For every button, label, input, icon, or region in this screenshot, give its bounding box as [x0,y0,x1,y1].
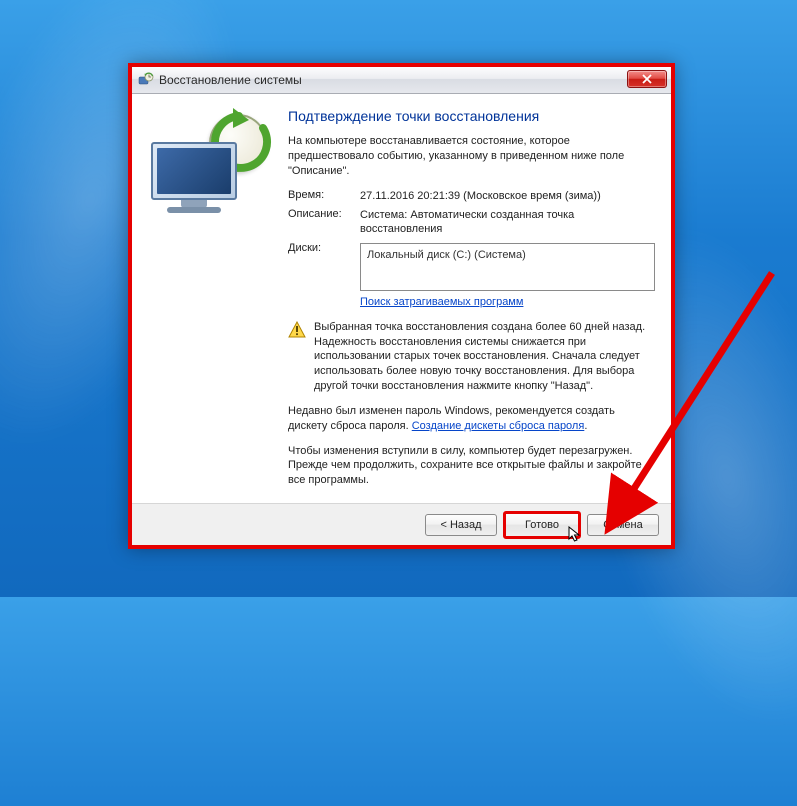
warning-text: Выбранная точка восстановления создана б… [314,320,655,394]
reboot-notice: Чтобы изменения вступили в силу, компьют… [288,444,655,489]
field-time: Время: 27.11.2016 20:21:39 (Московское в… [288,189,655,203]
desc-label: Описание: [288,208,360,237]
field-disks: Диски: Локальный диск (C:) (Система) Пои… [288,242,655,309]
warning-block: Выбранная точка восстановления создана б… [288,320,655,394]
finish-button-label: Готово [525,519,559,531]
system-restore-graphic [143,110,273,220]
disk-item: Локальный диск (C:) (Система) [367,249,526,261]
time-label: Время: [288,189,360,203]
close-icon [642,74,652,84]
cancel-button[interactable]: Отмена [587,514,659,536]
illustration-pane [132,94,284,503]
system-restore-dialog: Восстановление системы Подтверждение то [128,63,675,549]
warning-icon [288,321,306,339]
dialog-heading: Подтверждение точки восстановления [288,108,655,124]
scan-affected-programs-link[interactable]: Поиск затрагиваемых программ [360,295,523,309]
password-reset-text: Недавно был изменен пароль Windows, реко… [288,404,655,434]
desc-value: Система: Автоматически созданная точка в… [360,208,655,237]
titlebar[interactable]: Восстановление системы [132,67,671,94]
content-pane: Подтверждение точки восстановления На ко… [284,94,671,503]
back-button[interactable]: < Назад [425,514,497,536]
system-restore-icon [138,72,154,88]
intro-text: На компьютере восстанавливается состояни… [288,134,655,179]
disks-list: Локальный диск (C:) (Система) [360,243,655,291]
close-button[interactable] [627,70,667,88]
field-description: Описание: Система: Автоматически созданн… [288,208,655,237]
disks-label: Диски: [288,242,360,309]
button-bar: < Назад Готово Отмена [132,503,671,545]
window-title: Восстановление системы [159,73,302,87]
time-value: 27.11.2016 20:21:39 (Московское время (з… [360,189,655,203]
finish-button[interactable]: Готово [503,511,581,539]
dialog-body: Подтверждение точки восстановления На ко… [132,94,671,503]
cursor-icon [568,526,582,544]
create-password-disk-link[interactable]: Создание дискеты сброса пароля [412,420,585,432]
